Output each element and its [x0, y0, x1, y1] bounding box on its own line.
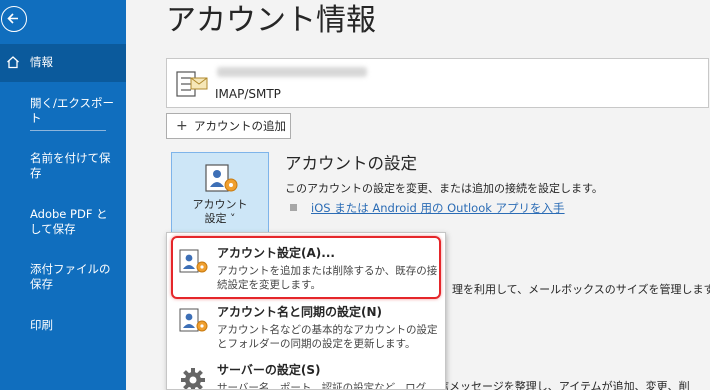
mailbox-settings-text: 理を利用して、メールボックスのサイズを管理します。	[452, 283, 710, 296]
sidebar-divider	[30, 130, 106, 131]
add-account-label: アカウントの追加	[194, 119, 286, 133]
sidebar-item-info[interactable]: 情報	[0, 44, 126, 82]
sidebar-item-print[interactable]: 印刷	[30, 318, 118, 333]
menu-item-title: サーバーの設定(S)	[217, 363, 321, 377]
sidebar-item-save-as[interactable]: 名前を付けて保存	[30, 151, 118, 181]
mobile-app-link[interactable]: iOS または Android 用の Outlook アプリを入手	[311, 201, 565, 215]
account-email-redacted	[217, 67, 367, 77]
account-type: IMAP/SMTP	[215, 87, 281, 101]
bullet-icon	[290, 204, 297, 211]
menu-item-description: サーバー名、ポート、認証の設定など、ログ	[217, 382, 427, 390]
account-settings-button[interactable]: アカウント 設定 ˅	[171, 152, 269, 236]
add-account-button[interactable]: + アカウントの追加	[166, 113, 291, 139]
section-title: アカウントの設定	[285, 154, 417, 173]
page-title: アカウント情報	[166, 3, 376, 38]
rules-text: 受信メッセージを整理し、アイテムが追加、変更、削	[427, 380, 690, 390]
account-settings-label: アカウント 設定 ˅	[192, 198, 248, 225]
menu-item-account-name-sync[interactable]: アカウント名と同期の設定(N) アカウント名などの基本的なアカウントの設定とフォ…	[175, 304, 439, 356]
back-arrow-icon	[7, 13, 18, 24]
section-description: このアカウントの設定を変更、または追加の接続を設定します。	[285, 182, 603, 195]
home-icon	[6, 55, 20, 73]
menu-item-server-settings[interactable]: サーバーの設定(S) サーバー名、ポート、認証の設定など、ログ	[175, 362, 439, 390]
sidebar-item-label: 情報	[30, 55, 53, 69]
account-settings-icon	[205, 164, 238, 192]
highlight-box	[171, 236, 441, 299]
sidebar-item-save-attachments[interactable]: 添付ファイルの保存	[30, 262, 118, 292]
gear-icon	[181, 368, 205, 389]
plus-icon: +	[176, 118, 188, 134]
account-selector[interactable]: IMAP/SMTP	[166, 58, 709, 108]
account-mail-icon	[176, 71, 208, 97]
menu-item-title: アカウント名と同期の設定(N)	[217, 305, 383, 319]
sidebar-item-save-pdf[interactable]: Adobe PDF として保存	[30, 207, 118, 237]
sidebar: 情報 開く/エクスポート 名前を付けて保存 Adobe PDF として保存 添付…	[0, 0, 126, 390]
account-name-icon	[179, 308, 208, 332]
menu-item-description: アカウント名などの基本的なアカウントの設定とフォルダーの同期の設定を更新します。	[217, 324, 438, 350]
back-button[interactable]	[1, 6, 27, 32]
sidebar-item-open-export[interactable]: 開く/エクスポート	[30, 96, 118, 126]
